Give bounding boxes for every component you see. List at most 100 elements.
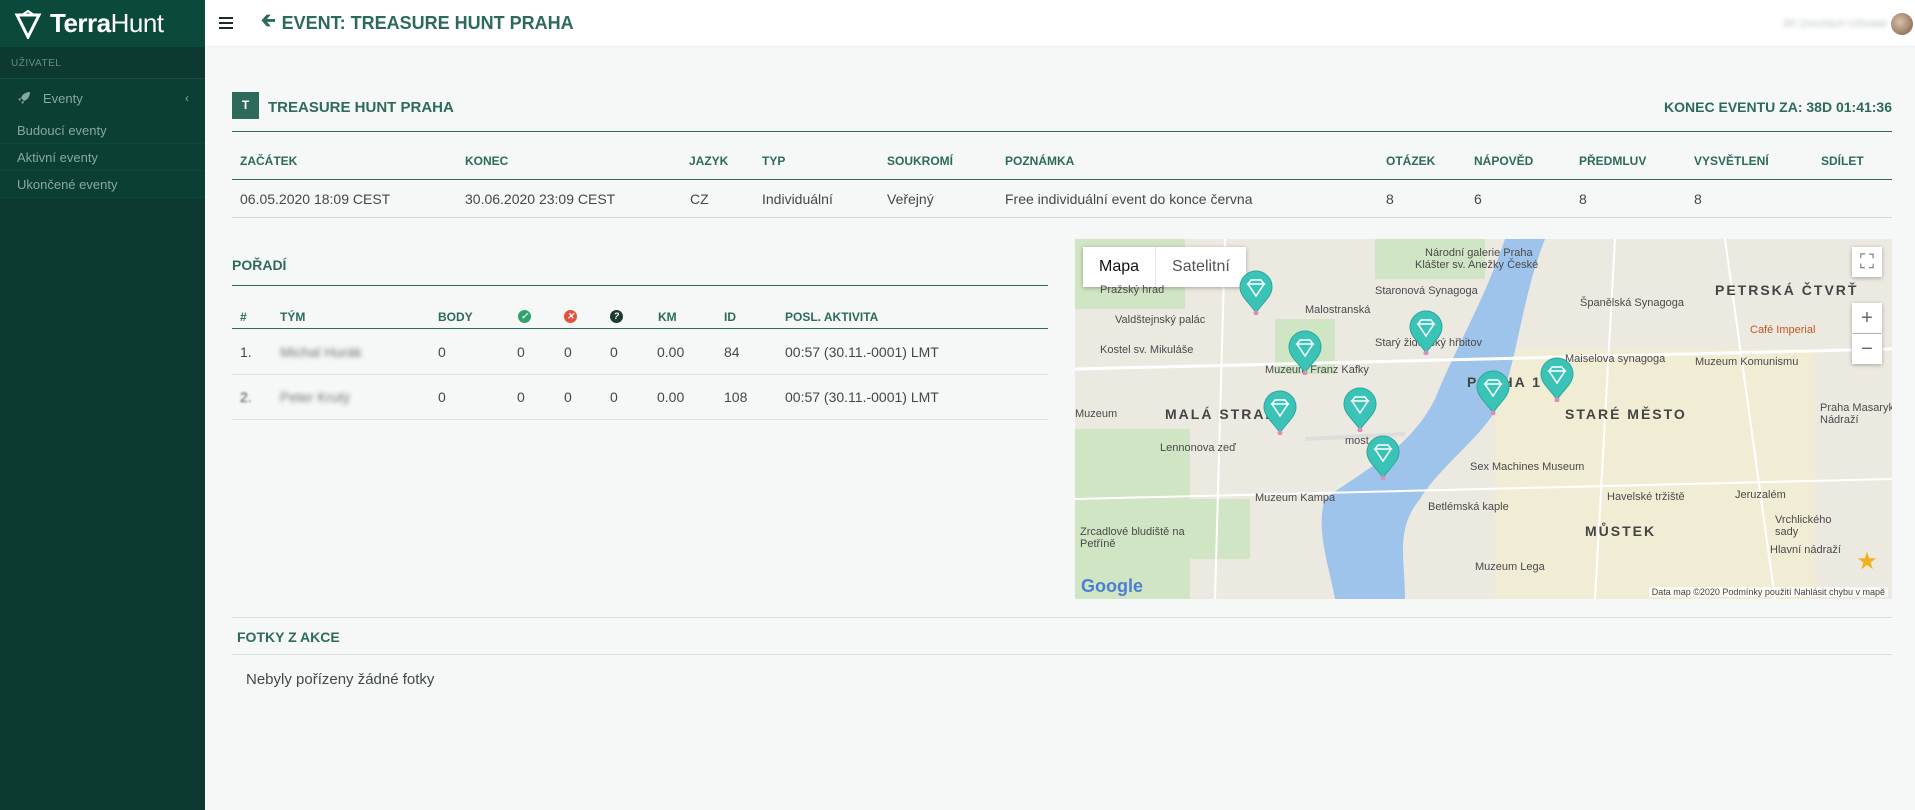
col-header: NÁPOVĚD — [1474, 154, 1534, 168]
map-label: Zrcadlové bludiště na Petříně — [1080, 526, 1185, 550]
map-label: Praha Masaryk Nádraží — [1820, 402, 1892, 426]
sidebar-section-label: UŽIVATEL — [11, 58, 62, 69]
col-header: SOUKROMÍ — [887, 154, 953, 168]
team-name: Peter Krutý — [280, 389, 351, 405]
map-label: Španělská Synagoga — [1580, 297, 1684, 309]
col-header: BODY — [438, 310, 473, 324]
hint-count: 0 — [610, 344, 618, 360]
map-label: Café Imperial — [1750, 324, 1816, 336]
correct-count: 0 — [517, 344, 525, 360]
hint-icon: ? — [610, 308, 623, 323]
col-header: OTÁZEK — [1386, 154, 1436, 168]
map-label: PETRSKÁ ČTVRŤ — [1715, 282, 1859, 298]
map-label: Kostel sv. Mikuláše — [1100, 344, 1194, 356]
correct-count: 0 — [517, 389, 525, 405]
col-header: KONEC — [465, 154, 509, 168]
last-activity: 00:57 (30.11.-0001) LMT — [785, 389, 939, 405]
map-label: Staronová Synagoga — [1375, 285, 1478, 297]
map-label: Vrchlického sady — [1775, 514, 1832, 538]
km: 0.00 — [657, 344, 685, 360]
map-label: Jeruzalém — [1735, 489, 1786, 501]
wrong-icon: ✕ — [564, 308, 577, 323]
col-header: POZNÁMKA — [1005, 154, 1075, 168]
treasure-pin-icon[interactable] — [1475, 369, 1511, 416]
pegman-icon[interactable]: ★ — [1852, 547, 1882, 577]
last-activity: 00:57 (30.11.-0001) LMT — [785, 344, 939, 360]
back-arrow-icon[interactable]: 🡰 — [261, 8, 276, 38]
treasure-pin-icon[interactable] — [1408, 309, 1444, 356]
treasure-pin-icon[interactable] — [1287, 329, 1323, 376]
zoom-out-button[interactable]: − — [1852, 334, 1882, 364]
map-type-tabs: Mapa Satelitní — [1083, 247, 1246, 287]
col-header: TÝM — [280, 310, 306, 324]
divider — [232, 285, 1048, 286]
cell: Individuální — [762, 191, 833, 207]
cell: 8 — [1694, 191, 1702, 207]
map-label: Muzeum Lega — [1475, 561, 1545, 573]
menu-toggle-icon[interactable] — [219, 17, 233, 29]
col-header: # — [240, 310, 247, 324]
event-map[interactable]: Mapa Satelitní ⛶ + − ★ Národní galerie P… — [1075, 239, 1892, 599]
id: 84 — [724, 344, 740, 360]
points: 0 — [438, 344, 446, 360]
ranking-header-row: # TÝM BODY ✓ ✕ ? KM ID POSL. AKTIVITA — [232, 305, 1048, 329]
brand-name: TerraHunt — [50, 8, 164, 38]
cell: 06.05.2020 18:09 CEST — [240, 191, 391, 207]
map-label: Havelské tržiště — [1607, 491, 1685, 503]
sidebar-item-label: Eventy — [43, 90, 83, 106]
treasure-pin-icon[interactable] — [1539, 356, 1575, 403]
map-label: MŮSTEK — [1585, 523, 1657, 539]
user-name: Jiří Zmrzlách Uživatel — [1781, 18, 1887, 30]
event-header: T TREASURE HUNT PRAHA KONEC EVENTU ZA: 3… — [232, 92, 1892, 132]
col-header: PŘEDMLUV — [1579, 154, 1647, 168]
tab-map[interactable]: Mapa — [1083, 247, 1155, 287]
col-header: ZAČÁTEK — [240, 154, 298, 168]
table-row[interactable]: 1. Michal Hurák 0 0 0 0 0.00 84 00:57 (3… — [232, 330, 1048, 375]
sidebar: TerraHunt UŽIVATEL Eventy ‹ Budoucí even… — [0, 0, 205, 810]
divider — [232, 654, 1892, 655]
wrong-count: 0 — [564, 389, 572, 405]
sidebar-item-eventy[interactable]: Eventy ‹ — [0, 79, 205, 117]
map-label: Betlémská kaple — [1428, 501, 1509, 513]
map-label: Hlavní nádraží — [1770, 544, 1841, 556]
diamond-logo-icon — [14, 9, 42, 39]
map-label: Národní galerie Praha — [1425, 247, 1533, 259]
event-badge: T — [232, 92, 259, 119]
treasure-pin-icon[interactable] — [1238, 269, 1274, 316]
treasure-pin-icon[interactable] — [1262, 389, 1298, 436]
sidebar-item-budouci[interactable]: Budoucí eventy — [0, 117, 205, 144]
avatar[interactable] — [1891, 13, 1913, 35]
event-countdown: KONEC EVENTU ZA: 38D 01:41:36 — [1664, 99, 1892, 115]
sidebar-item-aktivni[interactable]: Aktivní eventy — [0, 144, 205, 171]
hint-count: 0 — [610, 389, 618, 405]
photos-title: FOTKY Z AKCE — [237, 629, 340, 645]
col-header: JAZYK — [689, 154, 729, 168]
treasure-pin-icon[interactable] — [1365, 434, 1401, 481]
rank: 1. — [240, 344, 252, 360]
col-header: KM — [658, 310, 677, 324]
map-label: Maiselova synagoga — [1565, 353, 1666, 365]
tab-satellite[interactable]: Satelitní — [1155, 247, 1246, 287]
rocket-icon — [18, 92, 30, 104]
map-label: Muzeum Kampa — [1255, 492, 1336, 504]
sidebar-item-ukoncene[interactable]: Ukončené eventy — [0, 171, 205, 198]
divider — [232, 617, 1892, 618]
zoom-in-button[interactable]: + — [1852, 303, 1882, 333]
user-menu[interactable]: Jiří Zmrzlách Uživatel — [1782, 13, 1915, 35]
treasure-pin-icon[interactable] — [1342, 386, 1378, 433]
page-title: 🡰 EVENT: TREASURE HUNT PRAHA — [261, 8, 574, 38]
chevron-left-icon: ‹ — [185, 91, 189, 105]
brand-logo[interactable]: TerraHunt — [0, 0, 205, 47]
event-name: TREASURE HUNT PRAHA — [268, 99, 454, 116]
cell: Free individuální event do konce června — [1005, 191, 1253, 207]
fullscreen-icon[interactable]: ⛶ — [1852, 247, 1882, 277]
rank: 2. — [240, 389, 252, 405]
table-row[interactable]: 2. Peter Krutý 0 0 0 0 0.00 108 00:57 (3… — [232, 375, 1048, 420]
points: 0 — [438, 389, 446, 405]
google-logo: Google — [1081, 576, 1143, 596]
col-header: TYP — [762, 154, 786, 168]
team-name: Michal Hurák — [280, 344, 362, 360]
map-label: Lennonova zeď — [1160, 442, 1236, 454]
col-header: VYSVĚTLENÍ — [1694, 154, 1769, 168]
map-attribution[interactable]: Data map ©2020 Podmínky použití Nahlásit… — [1648, 587, 1888, 597]
